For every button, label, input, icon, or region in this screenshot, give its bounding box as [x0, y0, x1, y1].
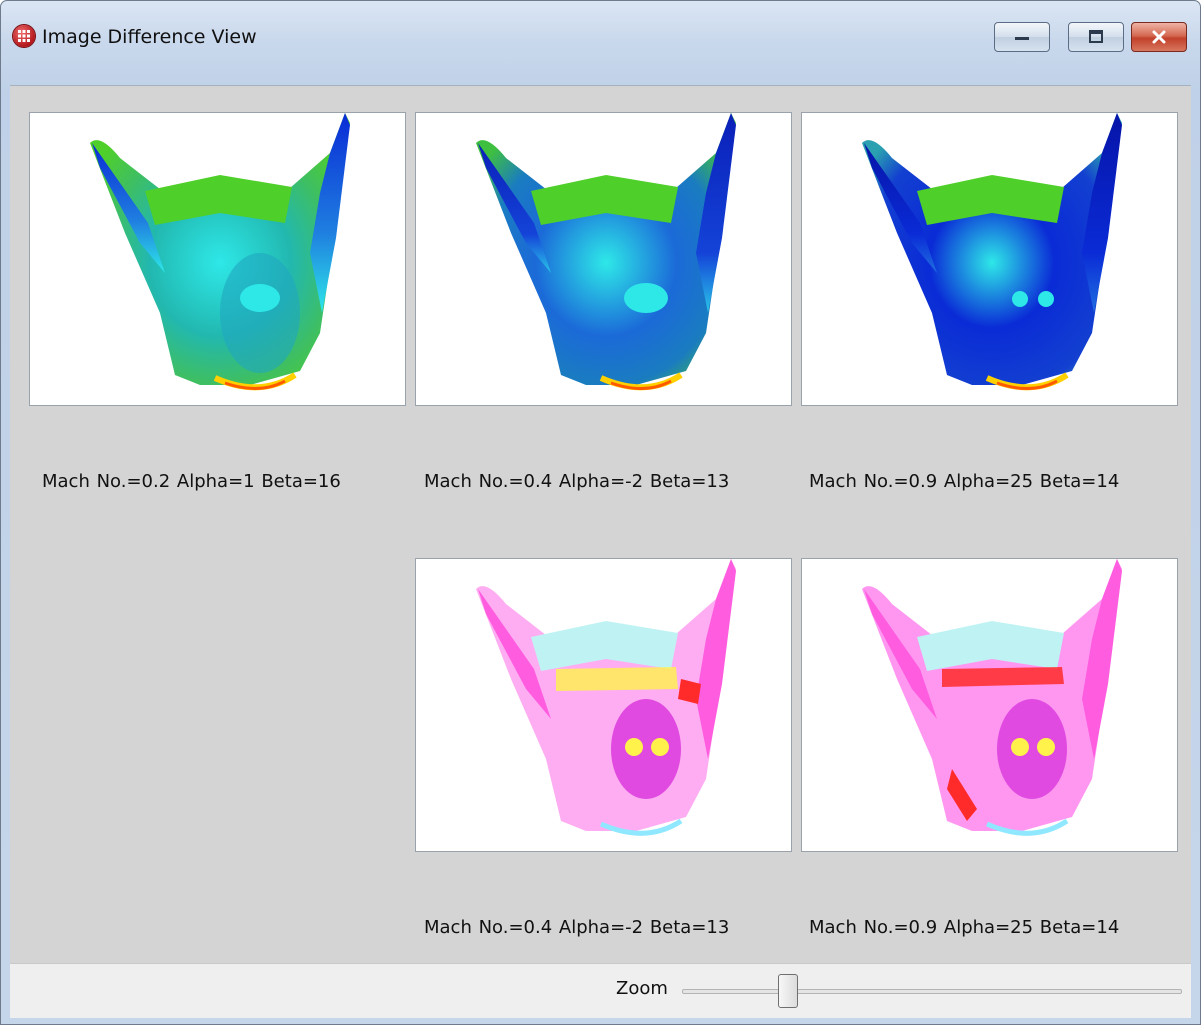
zoom-label: Zoom — [616, 978, 668, 999]
image-panel-1[interactable] — [29, 112, 406, 406]
difference-panel-1[interactable] — [415, 558, 792, 852]
close-icon — [1132, 23, 1186, 51]
close-button[interactable] — [1131, 22, 1187, 52]
image-panel-3[interactable] — [801, 112, 1178, 406]
minimize-icon — [995, 23, 1049, 51]
title-bar[interactable]: Image Difference View — [1, 1, 1200, 85]
window-title: Image Difference View — [42, 26, 257, 48]
maximize-button[interactable] — [1068, 22, 1124, 52]
zoom-bar: Zoom — [10, 963, 1191, 1018]
zoom-slider-track[interactable] — [682, 989, 1182, 994]
minimize-button[interactable] — [994, 22, 1050, 52]
maximize-icon — [1069, 23, 1123, 51]
image-panel-2[interactable] — [415, 112, 792, 406]
panel-caption-3: Mach No.=0.9 Alpha=25 Beta=14 — [809, 471, 1120, 492]
image-grid: Mach No.=0.2 Alpha=1 Beta=16 Mach No.=0.… — [10, 85, 1191, 963]
panel-caption-2: Mach No.=0.4 Alpha=-2 Beta=13 — [424, 471, 730, 492]
difference-panel-2[interactable] — [801, 558, 1178, 852]
panel-caption-4: Mach No.=0.4 Alpha=-2 Beta=13 — [424, 917, 730, 938]
grid-globe-icon — [13, 25, 35, 47]
zoom-slider-thumb[interactable] — [777, 974, 798, 1008]
panel-caption-1: Mach No.=0.2 Alpha=1 Beta=16 — [42, 471, 341, 492]
panel-caption-5: Mach No.=0.9 Alpha=25 Beta=14 — [809, 917, 1120, 938]
image-difference-window: Image Difference View Mach No.=0.2 Alpha… — [0, 0, 1201, 1025]
